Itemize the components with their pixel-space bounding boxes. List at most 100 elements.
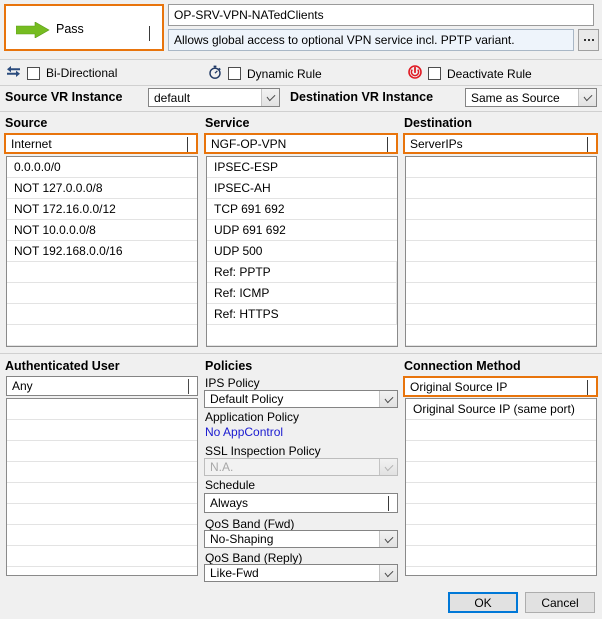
list-item[interactable]: IPSEC-AH bbox=[207, 178, 397, 199]
connection-method-header: Connection Method bbox=[404, 359, 521, 373]
list-item-empty[interactable] bbox=[406, 483, 596, 504]
dynamic-rule-option[interactable]: Dynamic Rule bbox=[208, 65, 322, 82]
list-item-empty[interactable] bbox=[7, 304, 197, 325]
destination-list[interactable] bbox=[405, 156, 597, 347]
rule-description-input[interactable]: Allows global access to optional VPN ser… bbox=[168, 29, 574, 51]
service-dropdown[interactable]: NGF-OP-VPN bbox=[204, 133, 398, 154]
application-policy-value[interactable]: No AppControl bbox=[205, 425, 283, 439]
list-item[interactable]: Ref: ICMP bbox=[207, 283, 397, 304]
qos-band-reply-label: QoS Band (Reply) bbox=[205, 551, 303, 565]
list-item-empty[interactable] bbox=[7, 462, 197, 483]
action-dropdown[interactable]: Pass bbox=[4, 4, 164, 51]
bi-directional-label: Bi-Directional bbox=[46, 66, 118, 80]
chevron-down-icon[interactable] bbox=[379, 391, 397, 407]
connection-method-dropdown[interactable]: Original Source IP bbox=[403, 376, 598, 397]
deactivate-rule-option[interactable]: Deactivate Rule bbox=[408, 65, 532, 82]
list-item-empty[interactable] bbox=[207, 346, 397, 347]
list-item-empty[interactable] bbox=[7, 420, 197, 441]
deactivate-rule-checkbox[interactable] bbox=[428, 67, 441, 80]
connection-method-list[interactable]: Original Source IP (same port) bbox=[405, 398, 597, 576]
ips-policy-dropdown[interactable]: Default Policy bbox=[204, 390, 398, 408]
list-item-empty[interactable] bbox=[406, 346, 596, 347]
list-item[interactable]: NOT 10.0.0.0/8 bbox=[7, 220, 197, 241]
bi-directional-checkbox[interactable] bbox=[27, 66, 40, 80]
authenticated-user-list[interactable] bbox=[6, 398, 198, 576]
source-vr-instance-label: Source VR Instance bbox=[5, 90, 123, 104]
list-item-empty[interactable] bbox=[406, 241, 596, 262]
list-item[interactable]: UDP 500 bbox=[207, 241, 397, 262]
action-label: Pass bbox=[56, 22, 84, 36]
qos-band-fwd-dropdown[interactable]: No-Shaping bbox=[204, 530, 398, 548]
chevron-down-icon[interactable] bbox=[149, 26, 150, 41]
list-item-empty[interactable] bbox=[406, 178, 596, 199]
list-item-empty[interactable] bbox=[406, 546, 596, 567]
chevron-down-icon[interactable] bbox=[587, 379, 588, 395]
qos-band-fwd-label: QoS Band (Fwd) bbox=[205, 517, 295, 531]
list-item-empty[interactable] bbox=[406, 567, 596, 575]
source-vr-instance-dropdown[interactable]: default bbox=[148, 88, 280, 107]
list-item-empty[interactable] bbox=[406, 157, 596, 178]
list-item[interactable]: Ref: HTTPS bbox=[207, 304, 397, 325]
list-item-empty[interactable] bbox=[7, 567, 197, 575]
list-item[interactable]: UDP 691 692 bbox=[207, 220, 397, 241]
chevron-down-icon[interactable] bbox=[578, 89, 596, 106]
list-item-empty[interactable] bbox=[7, 346, 197, 347]
list-item[interactable]: Original Source IP (same port) bbox=[406, 399, 596, 420]
list-item-empty[interactable] bbox=[7, 283, 197, 304]
policies-header: Policies bbox=[205, 359, 253, 373]
authenticated-user-dropdown[interactable]: Any bbox=[6, 376, 198, 396]
list-item-empty[interactable] bbox=[406, 525, 596, 546]
cancel-button[interactable]: Cancel bbox=[525, 592, 595, 613]
rule-name-input[interactable]: OP-SRV-VPN-NATedClients bbox=[168, 4, 594, 26]
ok-button[interactable]: OK bbox=[448, 592, 518, 613]
source-dropdown[interactable]: Internet bbox=[4, 133, 198, 154]
stopwatch-icon bbox=[208, 65, 222, 82]
chevron-down-icon[interactable] bbox=[188, 379, 189, 394]
chevron-down-icon[interactable] bbox=[261, 89, 279, 106]
description-browse-button[interactable] bbox=[578, 29, 599, 51]
list-item-empty[interactable] bbox=[7, 325, 197, 346]
list-item-empty[interactable] bbox=[406, 199, 596, 220]
dynamic-rule-checkbox[interactable] bbox=[228, 67, 241, 80]
qos-band-reply-dropdown[interactable]: Like-Fwd bbox=[204, 564, 398, 582]
list-item-empty[interactable] bbox=[406, 283, 596, 304]
list-item[interactable]: TCP 691 692 bbox=[207, 199, 397, 220]
list-item[interactable]: NOT 172.16.0.0/12 bbox=[7, 199, 197, 220]
list-item[interactable]: Ref: PPTP bbox=[207, 262, 397, 283]
list-item-empty[interactable] bbox=[406, 504, 596, 525]
list-item-empty[interactable] bbox=[7, 546, 197, 567]
destination-dropdown[interactable]: ServerIPs bbox=[403, 133, 598, 154]
list-item[interactable]: NOT 127.0.0.0/8 bbox=[7, 178, 197, 199]
list-item-empty[interactable] bbox=[7, 525, 197, 546]
schedule-dropdown[interactable]: Always bbox=[204, 493, 398, 513]
list-item-empty[interactable] bbox=[7, 441, 197, 462]
list-item-empty[interactable] bbox=[7, 399, 197, 420]
source-list[interactable]: 0.0.0.0/0 NOT 127.0.0.0/8 NOT 172.16.0.0… bbox=[6, 156, 198, 347]
divider bbox=[0, 85, 602, 86]
list-item-empty[interactable] bbox=[406, 220, 596, 241]
service-list[interactable]: IPSEC-ESP IPSEC-AH TCP 691 692 UDP 691 6… bbox=[206, 156, 398, 347]
chevron-down-icon[interactable] bbox=[587, 136, 588, 152]
ips-policy-label: IPS Policy bbox=[205, 376, 260, 390]
list-item-empty[interactable] bbox=[406, 304, 596, 325]
list-item[interactable]: NOT 192.168.0.0/16 bbox=[7, 241, 197, 262]
chevron-down-icon[interactable] bbox=[388, 496, 389, 511]
chevron-down-icon[interactable] bbox=[379, 565, 397, 581]
list-item-empty[interactable] bbox=[406, 420, 596, 441]
list-item-empty[interactable] bbox=[7, 483, 197, 504]
list-item-empty[interactable] bbox=[406, 262, 596, 283]
destination-vr-instance-dropdown[interactable]: Same as Source bbox=[465, 88, 597, 107]
chevron-down-icon[interactable] bbox=[387, 136, 388, 152]
list-item-empty[interactable] bbox=[406, 462, 596, 483]
chevron-down-icon[interactable] bbox=[187, 136, 188, 152]
list-item[interactable]: 0.0.0.0/0 bbox=[7, 157, 197, 178]
list-item-empty[interactable] bbox=[406, 325, 596, 346]
list-item-empty[interactable] bbox=[7, 504, 197, 525]
list-item-empty[interactable] bbox=[207, 325, 397, 346]
list-item[interactable]: IPSEC-ESP bbox=[207, 157, 397, 178]
list-item-empty[interactable] bbox=[406, 441, 596, 462]
list-item-empty[interactable] bbox=[7, 262, 197, 283]
bi-directional-option[interactable]: Bi-Directional bbox=[6, 65, 117, 81]
divider bbox=[0, 353, 602, 354]
chevron-down-icon[interactable] bbox=[379, 531, 397, 547]
